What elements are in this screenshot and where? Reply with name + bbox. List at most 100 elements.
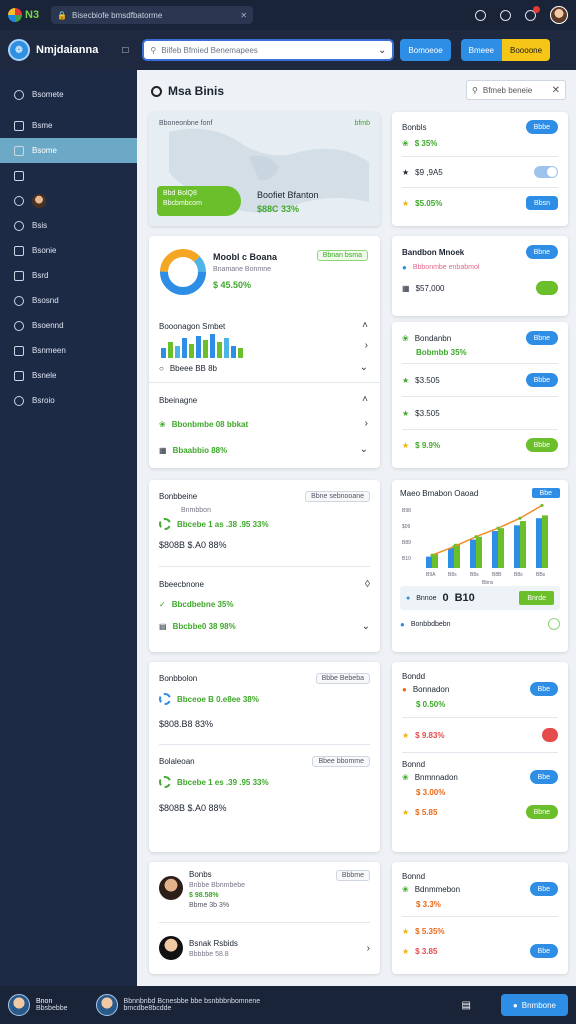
progress-icon bbox=[159, 518, 171, 530]
trend-tag-2[interactable]: Bbee bbomme bbox=[312, 755, 370, 767]
star-icon: ★ bbox=[402, 807, 410, 817]
sidebar-item-6[interactable]: Bsrd bbox=[0, 263, 137, 288]
notification-icon[interactable] bbox=[525, 5, 540, 21]
chevron-down-icon[interactable]: ⌄ bbox=[360, 362, 368, 373]
list-button-2[interactable]: Bbbe bbox=[525, 373, 558, 387]
sidebar-item-1[interactable]: Bsme bbox=[0, 113, 137, 138]
user-avatar[interactable] bbox=[550, 6, 568, 24]
close-icon[interactable]: ✕ bbox=[240, 11, 247, 20]
chart-icon bbox=[14, 370, 24, 381]
list-button-3[interactable]: Bbbe bbox=[525, 438, 558, 452]
right4-button-1[interactable]: Bbe bbox=[529, 882, 558, 896]
stats-button-1[interactable]: Bbbe bbox=[525, 120, 558, 134]
chevron-down-icon[interactable]: ⌄ bbox=[360, 444, 368, 455]
x-tick-label: BBs bbox=[536, 572, 546, 578]
chat-icon[interactable]: □ bbox=[122, 45, 128, 56]
x-axis-label: Bbns bbox=[482, 580, 494, 586]
green-toggle[interactable] bbox=[536, 281, 558, 295]
chart-bar bbox=[476, 536, 482, 568]
chevron-right-icon[interactable]: › bbox=[367, 943, 370, 954]
progress-icon bbox=[159, 693, 171, 705]
sidebar-item-2[interactable]: Bsome bbox=[0, 138, 137, 163]
page-title: Msa Binis bbox=[151, 84, 224, 98]
person-avatar[interactable] bbox=[159, 936, 183, 960]
header-button-3[interactable]: Boooone bbox=[502, 39, 551, 61]
notification-badge bbox=[533, 5, 540, 13]
bottom-action-button[interactable]: ● Bnmbone bbox=[500, 994, 568, 1016]
person-avatar[interactable] bbox=[159, 876, 183, 900]
mid-button[interactable]: Bbne bbox=[525, 245, 558, 259]
search-input[interactable]: ⚲ Bilfeb Bfmied Benemapees ⌄ bbox=[142, 39, 395, 61]
check-circle-icon[interactable] bbox=[548, 618, 560, 630]
trend-point bbox=[518, 516, 522, 520]
people-tag[interactable]: Bbbme bbox=[335, 870, 370, 881]
chevron-up-icon[interactable]: ˄ bbox=[362, 394, 368, 405]
filter-input[interactable]: ⚲ Bfmeb beneie ✕ bbox=[466, 80, 566, 100]
sidebar-item-10[interactable]: Bsnele bbox=[0, 363, 137, 388]
chart-bar bbox=[542, 515, 548, 568]
star-icon: ★ bbox=[402, 730, 410, 740]
right4-button-2[interactable]: Bbe bbox=[529, 944, 558, 958]
right-button-3[interactable]: Bbe bbox=[529, 770, 558, 784]
contact-avatar[interactable] bbox=[95, 994, 118, 1016]
chart-stat-button[interactable]: Bnrde bbox=[519, 591, 554, 605]
close-icon[interactable]: ✕ bbox=[552, 85, 560, 96]
toggle-switch[interactable] bbox=[534, 166, 558, 178]
list-card: ❀ Bondanbn Bbne Bobmbb 35% ★ $3.505 Bbbe ★ $3… bbox=[392, 322, 568, 468]
trend-tag[interactable]: Bbbe Bebeba bbox=[315, 672, 370, 684]
trend-point bbox=[474, 535, 478, 539]
mini-bar bbox=[168, 342, 173, 358]
help-icon[interactable] bbox=[475, 9, 486, 21]
app-logo[interactable]: N3 bbox=[8, 8, 39, 22]
url-bar[interactable]: 🔒 Bisecbiofe bmsdfbatorme ✕ bbox=[51, 6, 254, 24]
sidebar-item-8[interactable]: Bsoennd bbox=[0, 313, 137, 338]
lock-icon: 🔒 bbox=[57, 10, 68, 20]
chevron-right-icon[interactable]: › bbox=[365, 340, 368, 351]
sidebar-item-0[interactable]: Bsomete bbox=[0, 82, 137, 107]
user-avatar[interactable] bbox=[8, 994, 30, 1016]
settings-icon[interactable] bbox=[500, 9, 511, 21]
grid-icon: ▦ bbox=[402, 283, 410, 293]
sidebar-item-3[interactable] bbox=[0, 163, 137, 188]
sidebar-item-9[interactable]: Bsnmeen bbox=[0, 338, 137, 363]
header-button-1[interactable]: Bomoeoe bbox=[400, 39, 451, 61]
sidebar-item-profile[interactable] bbox=[0, 188, 137, 213]
donut-tag[interactable]: Bbnan bsma bbox=[316, 250, 368, 261]
chart-bar bbox=[426, 556, 432, 568]
inbox-icon bbox=[14, 120, 24, 131]
device-icon[interactable]: ▤ bbox=[461, 1000, 470, 1011]
star-icon: ★ bbox=[402, 440, 410, 450]
chevron-down-icon[interactable]: ⌄ bbox=[362, 621, 370, 632]
header-button-2[interactable]: Bmeee bbox=[460, 39, 503, 61]
leaf-icon: ❀ bbox=[402, 772, 409, 782]
pin-icon bbox=[14, 345, 24, 356]
user-icon bbox=[14, 195, 24, 206]
map-caption-right: bfmb bbox=[354, 120, 370, 127]
brand-icon: ❁ bbox=[8, 39, 30, 61]
diamond-icon[interactable]: ◊ bbox=[365, 579, 370, 590]
donut-title: Moobl c Boana bbox=[213, 252, 278, 262]
x-tick-label: B8s bbox=[514, 572, 523, 578]
star-icon: ★ bbox=[402, 198, 410, 208]
sidebar-item-5[interactable]: Bsonie bbox=[0, 238, 137, 263]
profile-avatar bbox=[32, 193, 46, 208]
logo-icon bbox=[8, 8, 22, 22]
trend-point bbox=[452, 545, 456, 549]
right-button-4[interactable]: Bbne bbox=[525, 805, 558, 819]
bottom-bar: Bnon Bbsbebbe Bbnnbnbd Bcnesbbe bbe bsnb… bbox=[0, 986, 576, 1024]
sidebar-item-4[interactable]: Bsis bbox=[0, 213, 137, 238]
location-pill[interactable]: Bbd BolQ8 Bbcbmbcom bbox=[157, 186, 241, 216]
right-button-1[interactable]: Bbe bbox=[529, 682, 558, 696]
list-button-1[interactable]: Bbne bbox=[525, 331, 558, 345]
sidebar-item-11[interactable]: Bsroio bbox=[0, 388, 137, 413]
chart-bar bbox=[514, 525, 520, 568]
stats-button-3[interactable]: Bbsn bbox=[526, 196, 558, 210]
sales-tag[interactable]: Bbne sebnooane bbox=[305, 490, 370, 502]
chevron-right-icon[interactable]: › bbox=[365, 418, 368, 429]
chevron-up-icon[interactable]: ˄ bbox=[362, 320, 368, 331]
red-toggle[interactable] bbox=[542, 728, 558, 742]
x-tick-label: B8s bbox=[448, 572, 457, 578]
chart-badge[interactable]: Bbe bbox=[531, 488, 560, 498]
chevron-down-icon[interactable]: ⌄ bbox=[378, 45, 386, 56]
sidebar-item-7[interactable]: Bsosnd bbox=[0, 288, 137, 313]
